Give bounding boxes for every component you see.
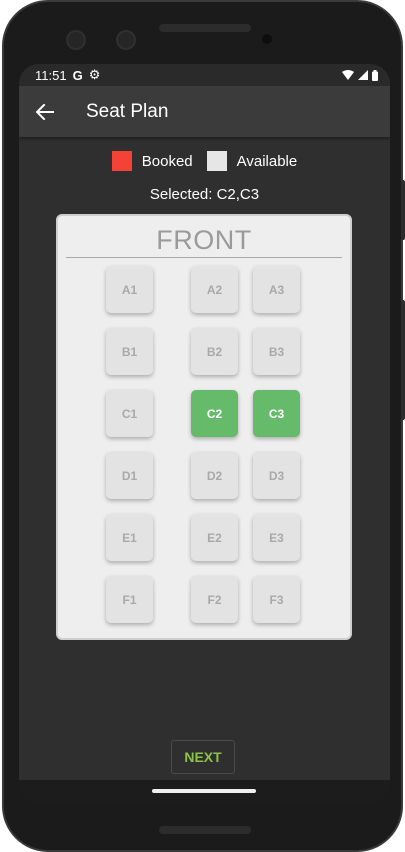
seat[interactable]: B3 <box>253 328 300 375</box>
booked-label: Booked <box>141 152 193 170</box>
seat-selected[interactable]: C2 <box>191 390 238 437</box>
available-label: Available <box>236 152 298 170</box>
home-gesture-pill[interactable] <box>152 789 256 793</box>
phone-frame: 11:51 G ⚙ Seat Plan Booked Available Sel <box>2 0 403 852</box>
front-divider <box>66 257 342 258</box>
back-button[interactable] <box>19 86 71 137</box>
seat[interactable]: E1 <box>106 514 153 561</box>
seat[interactable]: A3 <box>253 266 300 313</box>
wifi-icon <box>342 70 354 80</box>
front-label: FRONT <box>156 225 252 255</box>
battery-icon <box>372 69 378 81</box>
available-swatch <box>206 151 227 171</box>
seat[interactable]: B2 <box>191 328 238 375</box>
seat[interactable]: D1 <box>106 452 153 499</box>
google-icon: G <box>72 67 83 83</box>
screen: 11:51 G ⚙ Seat Plan Booked Available Sel <box>19 64 390 802</box>
seat[interactable]: D3 <box>253 452 300 499</box>
seat[interactable]: E3 <box>253 514 300 561</box>
system-nav-bar <box>19 780 390 802</box>
booked-swatch <box>111 151 132 171</box>
page-title: Seat Plan <box>86 100 169 122</box>
seat-selected[interactable]: C3 <box>253 390 300 437</box>
seat[interactable]: A2 <box>191 266 238 313</box>
front-camera-secondary <box>116 30 136 50</box>
seat-plan: FRONT A1 A2 A3 B1 B2 B3 C1 C2 C3 D1 D2 D… <box>56 214 352 640</box>
selected-seats-text: Selected: C2,C3 <box>149 186 260 203</box>
earpiece-speaker <box>159 24 251 32</box>
seat[interactable]: C1 <box>106 390 153 437</box>
proximity-sensor <box>262 34 272 44</box>
next-button[interactable]: NEXT <box>171 740 235 774</box>
arrow-back-icon <box>36 103 54 120</box>
status-time: 11:51 <box>35 67 67 83</box>
seat-legend: Booked Available <box>19 151 390 171</box>
power-button <box>401 180 405 240</box>
seat[interactable]: E2 <box>191 514 238 561</box>
bottom-speaker <box>159 826 251 834</box>
seat[interactable]: F1 <box>106 576 153 623</box>
seat[interactable]: A1 <box>106 266 153 313</box>
volume-button <box>401 300 405 420</box>
seat[interactable]: B1 <box>106 328 153 375</box>
status-bar: 11:51 G ⚙ <box>19 64 390 86</box>
app-bar: Seat Plan <box>19 86 390 137</box>
signal-icon <box>358 70 368 80</box>
seat[interactable]: F3 <box>253 576 300 623</box>
seat[interactable]: F2 <box>191 576 238 623</box>
seat[interactable]: D2 <box>191 452 238 499</box>
front-camera <box>66 30 86 50</box>
gear-icon: ⚙ <box>88 67 101 82</box>
